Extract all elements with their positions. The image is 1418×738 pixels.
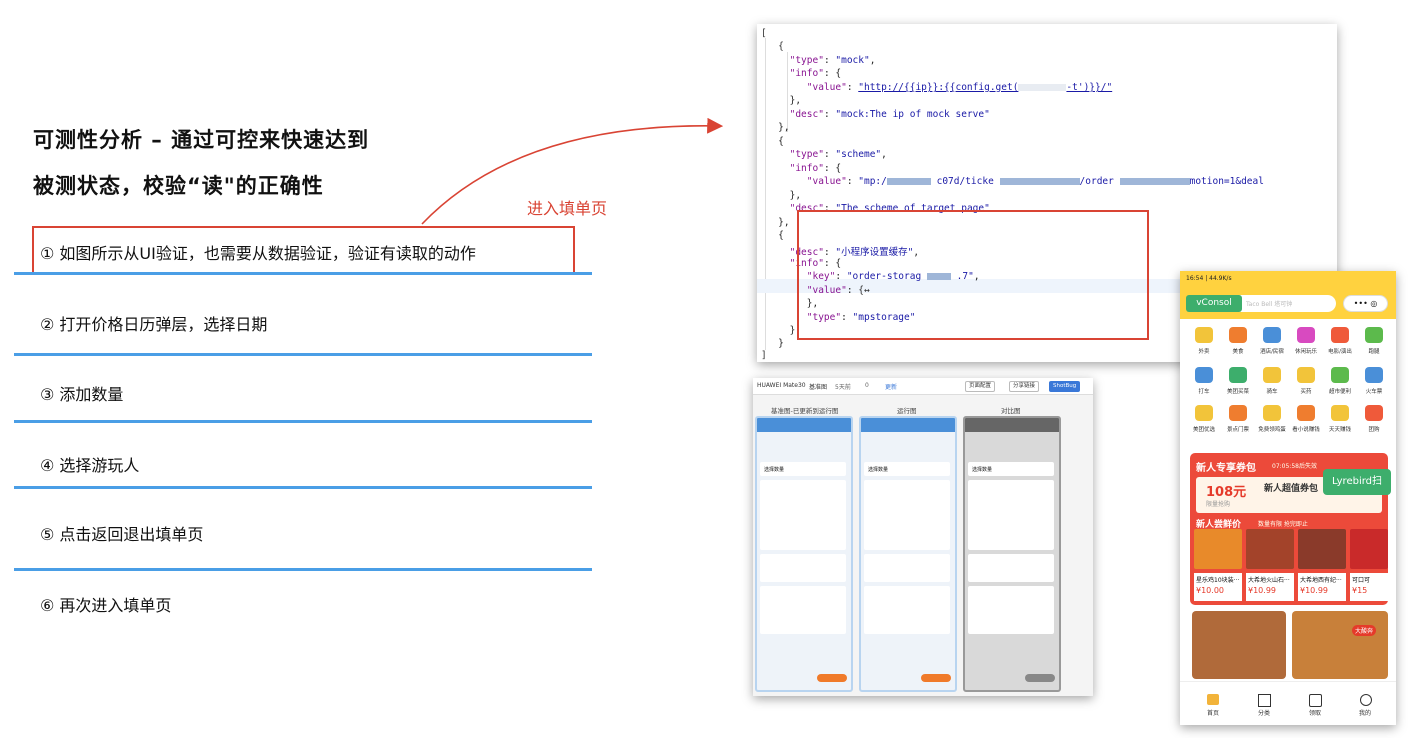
shotbug-button[interactable]: ShotBug <box>1049 381 1081 392</box>
youxuan-icon[interactable] <box>1195 405 1213 421</box>
icon-label: 电影/演出 <box>1328 349 1352 355</box>
code-value-scheme-a: "mp:/ <box>858 176 887 187</box>
code-value-scheme-b: c07d/ticke <box>936 176 994 187</box>
icon-label: 外卖 <box>1198 349 1210 355</box>
icon-label: 骑车 <box>1266 389 1278 395</box>
code-value-scheme-c: /order <box>1079 176 1114 187</box>
icon-label: 酒店/民宿 <box>1260 349 1284 355</box>
miniprogram-capsule[interactable]: ••• ◎ <box>1343 295 1388 312</box>
page-config-button[interactable]: 页面配置 <box>965 381 996 392</box>
highlight-box-storage <box>797 210 1149 340</box>
col-title-diff: 对比图 <box>1001 407 1021 415</box>
profile-icon[interactable] <box>1360 694 1372 706</box>
code-value-mock-b: -t')}}/" <box>1066 82 1113 93</box>
code-type-scheme: "scheme" <box>835 149 882 160</box>
product-image[interactable] <box>1194 529 1242 569</box>
coupon-icon[interactable] <box>1309 694 1322 707</box>
icon-label: 景点门票 <box>1226 427 1249 433</box>
hotel-icon[interactable] <box>1263 327 1281 343</box>
coupon-sub: 限量抢购 <box>1206 501 1231 508</box>
product-card[interactable]: 大希地火山石··· ¥10.99 <box>1246 573 1294 601</box>
leisure-icon[interactable] <box>1297 327 1315 343</box>
ticket-icon[interactable] <box>1229 405 1247 421</box>
vconsole-button[interactable]: vConsol <box>1186 295 1242 312</box>
icon-label: 跑腿 <box>1368 349 1380 355</box>
egg-icon[interactable] <box>1263 405 1281 421</box>
icon-label: 打车 <box>1198 389 1210 395</box>
icon-label: 团购 <box>1368 427 1380 433</box>
tab-coupon[interactable]: 领取 <box>1300 708 1330 717</box>
icon-label: 看小说赚钱 <box>1292 427 1320 433</box>
status-bar: 16:54 | 44.9K/s <box>1186 275 1232 282</box>
product-card[interactable]: 可口可 ¥15 <box>1350 573 1388 601</box>
code-type-mock: "mock" <box>835 55 870 66</box>
bike-icon[interactable] <box>1263 367 1281 383</box>
train-icon[interactable] <box>1365 367 1383 383</box>
icon-label: 免费领鸡蛋 <box>1258 427 1286 433</box>
update-button[interactable]: 更新 <box>885 382 897 391</box>
icon-label: 美团优选 <box>1192 427 1215 433</box>
icon-label: 天天赚钱 <box>1328 427 1351 433</box>
tab-home[interactable]: 首页 <box>1198 708 1228 717</box>
device-select[interactable]: HUAWEI Mate30 <box>757 382 806 389</box>
icon-label: 美食 <box>1232 349 1244 355</box>
taxi-icon[interactable] <box>1195 367 1213 383</box>
product-image[interactable] <box>1246 529 1294 569</box>
screenshot-baseline: 选择数量 <box>755 416 853 692</box>
code-desc-mock: "mock:The ip of mock serve" <box>835 109 990 120</box>
code-value-scheme-d: motion=1&deal <box>1189 176 1264 187</box>
banner-title: 新人专享券包 <box>1196 463 1256 474</box>
feed-image[interactable] <box>1192 611 1286 679</box>
bottom-tab-bar: 首页 分类 领取 我的 <box>1180 681 1396 725</box>
novel-icon[interactable] <box>1297 405 1315 421</box>
movie-icon[interactable] <box>1331 327 1349 343</box>
product-image[interactable] <box>1298 529 1346 569</box>
feed-image[interactable] <box>1292 611 1388 679</box>
col-title-baseline: 基准图-已更新到运行图 <box>771 407 839 415</box>
icon-label: 超市便利 <box>1328 389 1351 395</box>
code-value-mock-a: "http://{{ip}}:{{config.get( <box>858 82 1019 93</box>
product-image[interactable] <box>1350 529 1388 569</box>
groupbuy-icon[interactable] <box>1365 405 1383 421</box>
coupon-amount: 108元 <box>1206 485 1247 500</box>
share-link-button[interactable]: 分享链接 <box>1009 381 1040 392</box>
takeout-icon[interactable] <box>1195 327 1213 343</box>
home-icon[interactable] <box>1207 694 1219 705</box>
lyrebird-scan-button[interactable]: Lyrebird扫 <box>1323 469 1391 495</box>
icon-label: 休闲玩乐 <box>1294 349 1317 355</box>
tab-category[interactable]: 分类 <box>1249 708 1279 717</box>
product-card[interactable]: 星乐鸡10块装··· ¥10.00 <box>1194 573 1242 601</box>
errand-icon[interactable] <box>1365 327 1383 343</box>
medicine-icon[interactable] <box>1297 367 1315 383</box>
coupon-title: 新人超值券包 <box>1264 484 1319 494</box>
product-card[interactable]: 大希地西有纪··· ¥10.99 <box>1298 573 1346 601</box>
icon-label: 美团买菜 <box>1226 389 1249 395</box>
screenshot-diff: 选择数量 <box>963 416 1061 692</box>
food-icon[interactable] <box>1229 327 1247 343</box>
icon-label: 火车票 <box>1365 389 1383 395</box>
grocery-icon[interactable] <box>1229 367 1247 383</box>
col-title-run: 运行图 <box>897 407 917 415</box>
visual-compare-tool: HUAWEI Mate30 基准图 5天前 0 更新 页面配置 分享链接 Sho… <box>753 378 1093 696</box>
screenshot-run: 选择数量 <box>859 416 957 692</box>
baseline-time: 5天前 <box>835 384 851 391</box>
banner-timer: 07:05:58后失效 <box>1272 463 1317 470</box>
diff-count: 0 <box>865 382 869 389</box>
compare-toolbar: HUAWEI Mate30 基准图 5天前 0 更新 页面配置 分享链接 Sho… <box>753 378 1093 395</box>
tab-profile[interactable]: 我的 <box>1350 708 1380 717</box>
baseline-label: 基准图 <box>809 384 828 391</box>
supermarket-icon[interactable] <box>1331 367 1349 383</box>
mobile-app-screenshot: 16:54 | 44.9K/s Taco Bell 塔可钟 vConsol ••… <box>1180 271 1396 725</box>
fresh-sub: 数量有限 抢完即止 <box>1258 521 1308 528</box>
category-icon[interactable] <box>1258 694 1271 707</box>
earn-icon[interactable] <box>1331 405 1349 421</box>
feed-badge: 大酸奔 <box>1352 625 1377 636</box>
icon-label: 买药 <box>1300 389 1312 395</box>
